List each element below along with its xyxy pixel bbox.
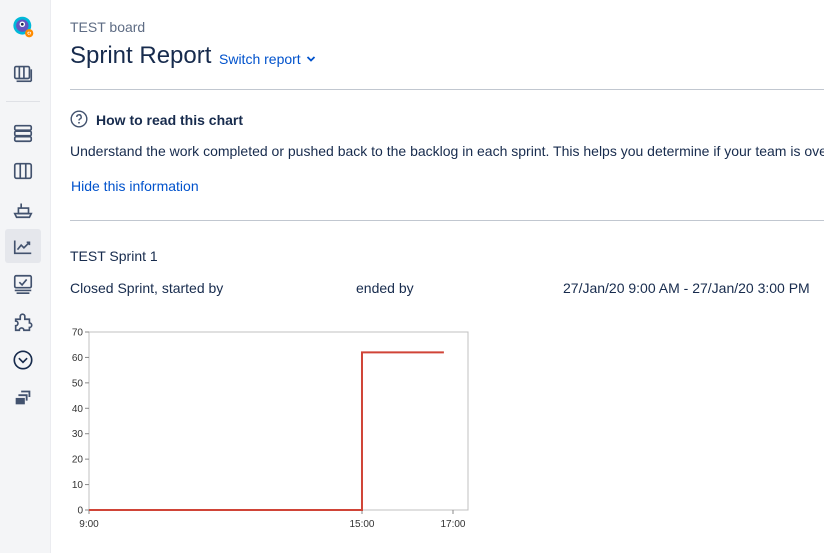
main-content: TEST board Sprint Report Switch report H… bbox=[70, 0, 824, 553]
sprint-chart: 0 10 20 30 40 50 60 70 9:00 15:00 17:00 bbox=[72, 328, 469, 530]
y-tick-label: 40 bbox=[72, 404, 84, 415]
project-avatar-icon[interactable] bbox=[5, 10, 41, 44]
y-tick-label: 20 bbox=[72, 455, 84, 466]
x-tick-label: 15:00 bbox=[349, 519, 374, 530]
board-icon[interactable] bbox=[5, 56, 41, 90]
plot-area bbox=[88, 331, 469, 511]
releases-icon[interactable] bbox=[5, 192, 41, 226]
y-tick-label: 60 bbox=[72, 353, 84, 364]
active-sprints-icon[interactable] bbox=[5, 154, 41, 188]
y-tick-label: 50 bbox=[72, 378, 84, 389]
y-tick-label: 70 bbox=[72, 328, 84, 339]
issues-icon[interactable] bbox=[5, 267, 41, 301]
reports-icon[interactable] bbox=[5, 229, 41, 263]
add-item-icon[interactable] bbox=[5, 343, 41, 377]
x-tick-label: 9:00 bbox=[79, 519, 99, 530]
pages-icon[interactable] bbox=[5, 380, 41, 414]
x-tick-label: 17:00 bbox=[440, 519, 465, 530]
y-tick-label: 10 bbox=[72, 480, 84, 491]
components-icon[interactable] bbox=[5, 305, 41, 339]
sidebar-divider bbox=[6, 101, 40, 102]
backlog-icon[interactable] bbox=[5, 116, 41, 150]
y-tick-label: 0 bbox=[77, 506, 83, 517]
sidebar bbox=[0, 0, 51, 553]
y-tick-label: 30 bbox=[72, 429, 84, 440]
